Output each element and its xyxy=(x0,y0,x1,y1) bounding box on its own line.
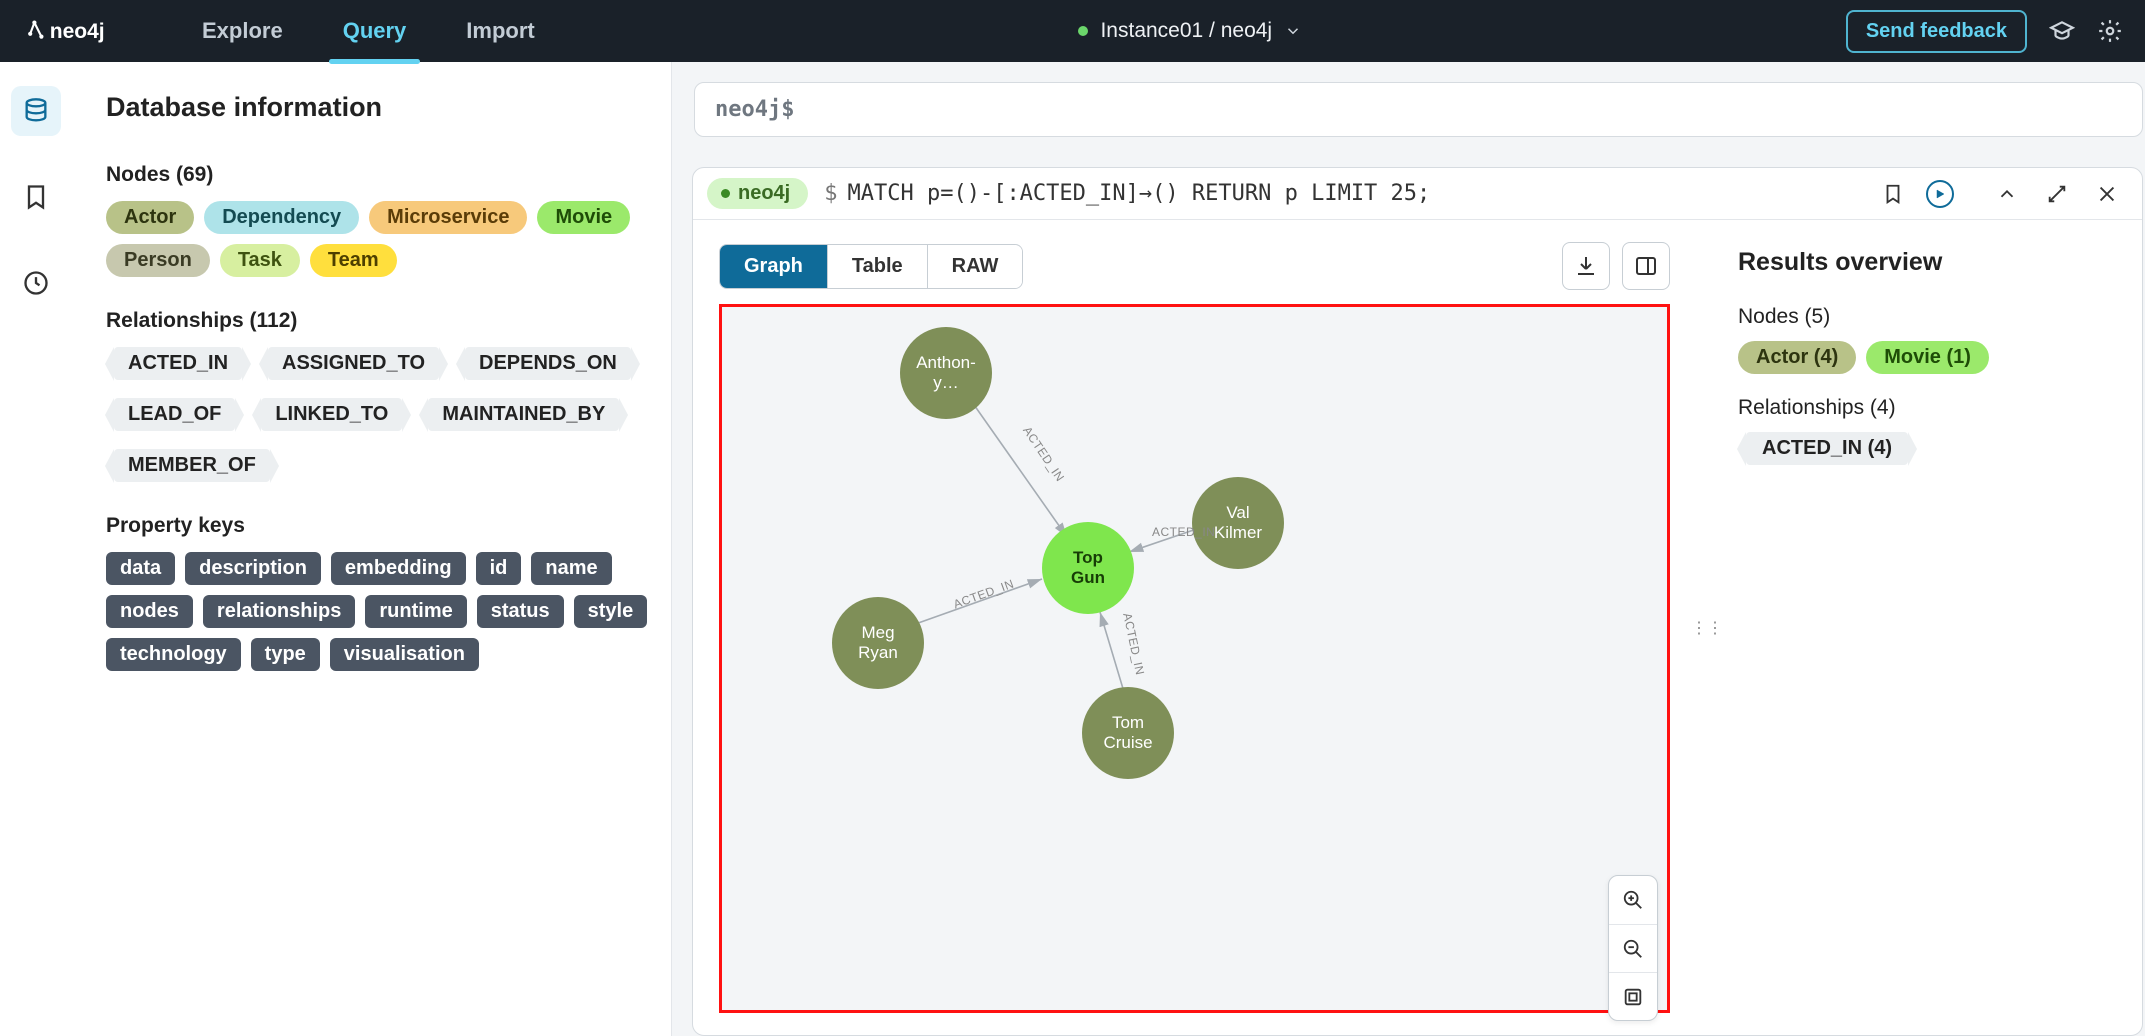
view-raw-tab[interactable]: RAW xyxy=(927,245,1023,288)
property-key-chip[interactable]: relationships xyxy=(203,595,355,628)
graph-node-actor[interactable]: Anthon-y… xyxy=(900,327,992,419)
chevron-down-icon xyxy=(1284,22,1302,40)
top-icons xyxy=(2049,18,2123,44)
topbar: neo4j Explore Query Import Instance01 / … xyxy=(0,0,2145,62)
sidebar-title: Database information xyxy=(106,92,651,123)
prompt-db: neo4j xyxy=(715,97,781,122)
relationship-chip[interactable]: LINKED_TO xyxy=(261,398,402,431)
node-label-chip[interactable]: Movie xyxy=(537,201,630,234)
node-label-chips: Actor Dependency Microservice Movie Person Ta… xyxy=(106,201,651,277)
expand-icon[interactable] xyxy=(2046,183,2068,205)
node-label-chip[interactable]: Team xyxy=(310,244,397,277)
database-icon xyxy=(22,97,50,125)
graph-node-actor[interactable]: TomCruise xyxy=(1082,687,1174,779)
rail-history-button[interactable] xyxy=(11,258,61,308)
nav-explore[interactable]: Explore xyxy=(202,2,283,60)
property-keys-header: Property keys xyxy=(106,514,651,538)
overview-rel-label: Relationships (4) xyxy=(1738,396,2142,420)
node-label-chip[interactable]: Person xyxy=(106,244,210,277)
nodes-header: Nodes (69) xyxy=(106,163,651,187)
relationship-chips: ACTED_IN ASSIGNED_TO DEPENDS_ON LEAD_OF LINK… xyxy=(106,347,651,482)
prompt-suffix: $ xyxy=(781,97,794,122)
view-table-tab[interactable]: Table xyxy=(827,245,927,288)
property-key-chip[interactable]: id xyxy=(476,552,522,585)
main-nav: Explore Query Import xyxy=(202,2,535,60)
overview-node-chip[interactable]: Movie (1) xyxy=(1866,341,1989,374)
rail-database-button[interactable] xyxy=(11,86,61,136)
zoom-in-button[interactable] xyxy=(1609,876,1657,924)
download-button[interactable] xyxy=(1562,242,1610,290)
status-dot-icon xyxy=(721,189,730,198)
node-label-chip[interactable]: Microservice xyxy=(369,201,527,234)
graph-node-actor[interactable]: ValKilmer xyxy=(1192,477,1284,569)
property-key-chip[interactable]: type xyxy=(251,638,320,671)
view-mode-segmented: Graph Table RAW xyxy=(719,244,1023,289)
property-key-chip[interactable]: data xyxy=(106,552,175,585)
relationship-chip[interactable]: DEPENDS_ON xyxy=(465,347,631,380)
bookmark-icon xyxy=(22,183,50,211)
property-key-chip[interactable]: technology xyxy=(106,638,241,671)
view-graph-tab[interactable]: Graph xyxy=(720,245,827,288)
instance-switcher[interactable]: Instance01 / neo4j xyxy=(1078,19,1302,43)
chevron-up-icon[interactable] xyxy=(1996,183,2018,205)
relationship-chip[interactable]: MAINTAINED_BY xyxy=(428,398,619,431)
property-key-chip[interactable]: visualisation xyxy=(330,638,479,671)
node-label-chip[interactable]: Task xyxy=(220,244,300,277)
cypher-input[interactable]: neo4j$ xyxy=(694,82,2143,137)
resize-handle[interactable]: ⋮⋮ xyxy=(1692,220,1722,1035)
graduation-cap-icon[interactable] xyxy=(2049,18,2075,44)
zoom-controls xyxy=(1608,875,1658,1021)
run-button[interactable] xyxy=(1926,180,1954,208)
property-key-chip[interactable]: description xyxy=(185,552,321,585)
gear-icon[interactable] xyxy=(2097,18,2123,44)
status-dot-icon xyxy=(1078,26,1088,36)
main-area: neo4j$ neo4j $MATCH p=()-[:ACTED_IN]→() … xyxy=(672,62,2145,1036)
property-key-chip[interactable]: status xyxy=(477,595,564,628)
clock-icon xyxy=(22,269,50,297)
logo: neo4j xyxy=(26,17,152,45)
result-card: neo4j $MATCH p=()-[:ACTED_IN]→() RETURN … xyxy=(692,167,2143,1036)
instance-name: Instance01 / neo4j xyxy=(1100,19,1272,43)
property-key-chip[interactable]: embedding xyxy=(331,552,466,585)
left-rail xyxy=(0,62,72,1036)
overview-rel-chip[interactable]: ACTED_IN (4) xyxy=(1746,432,1908,465)
nav-import[interactable]: Import xyxy=(466,2,534,60)
query-text: $MATCH p=()-[:ACTED_IN]→() RETURN p LIMI… xyxy=(824,181,1430,206)
relationships-header: Relationships (112) xyxy=(106,309,651,333)
svg-text:neo4j: neo4j xyxy=(50,20,105,43)
relationship-chip[interactable]: LEAD_OF xyxy=(114,398,235,431)
graph-node-actor[interactable]: MegRyan xyxy=(832,597,924,689)
node-label-chip[interactable]: Dependency xyxy=(204,201,359,234)
relationship-chip[interactable]: MEMBER_OF xyxy=(114,449,270,482)
db-pill-label: neo4j xyxy=(738,182,790,205)
relationship-chip[interactable]: ASSIGNED_TO xyxy=(268,347,439,380)
sidebar: Database information Nodes (69) Actor Dep… xyxy=(72,62,672,1036)
zoom-fit-button[interactable] xyxy=(1609,972,1657,1020)
property-key-chip[interactable]: style xyxy=(574,595,648,628)
rail-bookmarks-button[interactable] xyxy=(11,172,61,222)
overview-node-chip[interactable]: Actor (4) xyxy=(1738,341,1856,374)
graph-node-movie[interactable]: TopGun xyxy=(1042,522,1134,614)
close-icon[interactable] xyxy=(2096,183,2118,205)
property-key-chip[interactable]: name xyxy=(531,552,611,585)
relationship-chip[interactable]: ACTED_IN xyxy=(114,347,242,380)
property-key-chips: data description embedding idname nodes relat… xyxy=(106,552,651,671)
results-overview: Results overview Nodes (5) Actor (4) Movi… xyxy=(1722,220,2142,1035)
overview-title: Results overview xyxy=(1738,248,2142,277)
bookmark-icon[interactable] xyxy=(1882,183,1904,205)
edge-label: ACTED_IN xyxy=(1152,525,1215,539)
property-key-chip[interactable]: nodes xyxy=(106,595,193,628)
nav-query[interactable]: Query xyxy=(343,2,407,60)
node-label-chip[interactable]: Actor xyxy=(106,201,194,234)
toggle-panel-button[interactable] xyxy=(1622,242,1670,290)
property-key-chip[interactable]: runtime xyxy=(365,595,466,628)
graph-pane: Graph Table RAW xyxy=(693,220,1692,1035)
db-pill[interactable]: neo4j xyxy=(707,178,808,209)
zoom-out-button[interactable] xyxy=(1609,924,1657,972)
send-feedback-button[interactable]: Send feedback xyxy=(1846,10,2027,53)
query-row: neo4j $MATCH p=()-[:ACTED_IN]→() RETURN … xyxy=(693,168,2142,220)
overview-nodes-label: Nodes (5) xyxy=(1738,305,2142,329)
graph-canvas[interactable]: Anthon-y… ValKilmer TomCruise MegRyan To… xyxy=(719,304,1670,1013)
